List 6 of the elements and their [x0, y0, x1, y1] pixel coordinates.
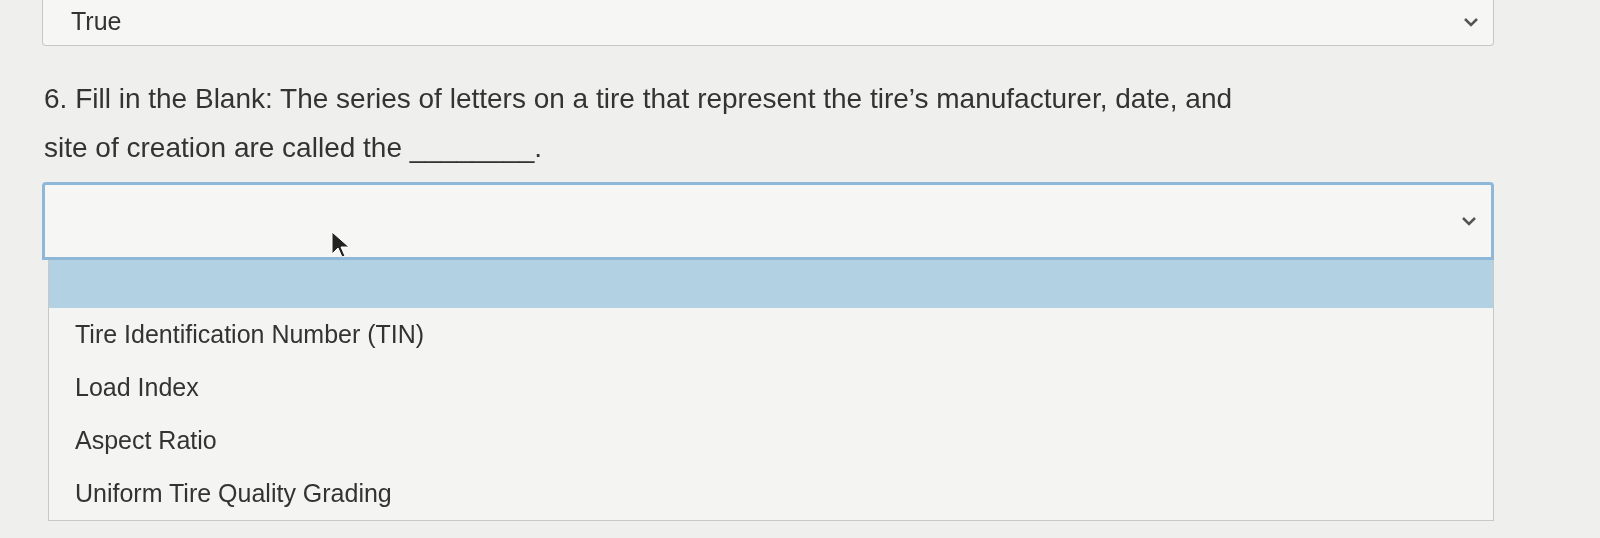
- answer-dropdown[interactable]: True: [42, 0, 1494, 46]
- dropdown-option[interactable]: Aspect Ratio: [49, 414, 1493, 467]
- question-text: 6. Fill in the Blank: The series of letters on a tire that represent the tire’s manufacturer, date, and site of creation are called the ________.: [44, 82, 1234, 165]
- dropdown-option[interactable]: Uniform Tire Quality Grading: [49, 467, 1493, 520]
- dropdown-option[interactable]: Tire Identification Number (TIN): [49, 308, 1493, 361]
- dropdown-option[interactable]: Load Index: [49, 361, 1493, 414]
